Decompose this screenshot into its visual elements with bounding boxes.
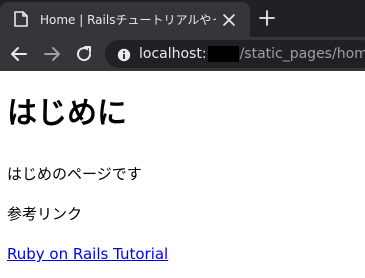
tab-strip: Home | Railsチュートリアルやったよ!! [0, 0, 365, 37]
rails-tutorial-link[interactable]: Ruby on Rails Tutorial [7, 244, 168, 264]
toolbar: localhost: /static_pages/home [0, 37, 365, 71]
address-bar[interactable]: localhost: /static_pages/home [105, 40, 365, 68]
page-title: はじめに [7, 96, 127, 131]
tab-title: Home | Railsチュートリアルやったよ!! [40, 13, 216, 27]
arrow-right-icon[interactable] [42, 44, 62, 64]
url-host: localhost: [139, 46, 207, 62]
page-content: はじめに はじめのページです 参考リンク Ruby on Rails Tutor… [0, 71, 365, 278]
document-icon [14, 11, 28, 27]
intro-text: はじめのページです [7, 165, 142, 183]
redaction-block [207, 46, 239, 62]
arrow-left-icon[interactable] [9, 44, 29, 64]
reference-label: 参考リンク [7, 205, 83, 223]
url-text[interactable]: localhost: /static_pages/home [139, 45, 365, 63]
browser-window: Home | Railsチュートリアルやったよ!! [0, 0, 365, 278]
plus-icon[interactable] [259, 10, 275, 26]
info-icon[interactable] [117, 47, 131, 62]
close-icon[interactable] [222, 12, 236, 26]
url-path: /static_pages/home [239, 46, 365, 62]
tab-home[interactable]: Home | Railsチュートリアルやったよ!! [0, 2, 250, 37]
reload-icon[interactable] [74, 44, 94, 64]
